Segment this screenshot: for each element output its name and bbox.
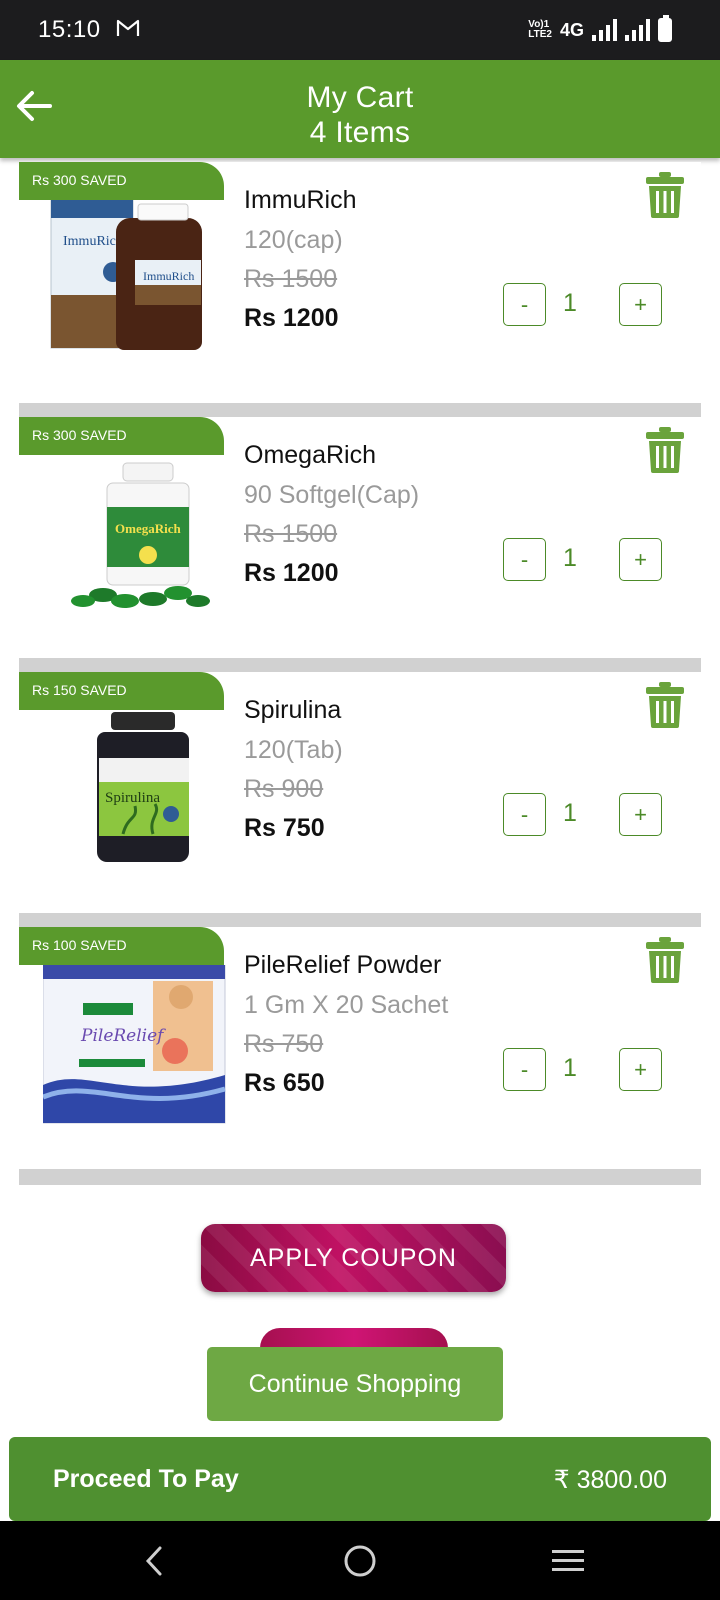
- increase-qty-button[interactable]: +: [619, 1048, 662, 1091]
- delete-item-button[interactable]: [645, 937, 685, 983]
- svg-text:ImmuRich: ImmuRich: [63, 234, 123, 249]
- trash-icon: [646, 682, 684, 728]
- product-image[interactable]: OmegaRich: [43, 455, 233, 615]
- product-image[interactable]: PileRelief: [42, 964, 233, 1125]
- decrease-qty-button[interactable]: -: [503, 1048, 546, 1091]
- signal-icon-2: [625, 19, 650, 41]
- product-name[interactable]: ImmuRich: [244, 186, 357, 215]
- page-title: My Cart: [306, 81, 414, 114]
- volte-icon: Vo)1 LTE2: [528, 19, 552, 40]
- svg-text:PileRelief: PileRelief: [80, 1026, 166, 1046]
- product-pack-size: 120(Tab): [244, 736, 343, 764]
- nav-back-button[interactable]: [124, 1537, 184, 1585]
- product-mrp: Rs 900: [244, 775, 324, 803]
- cart-item: Rs 150 SAVED Spirulina Spirulina 120(Tab…: [19, 672, 701, 912]
- decrease-qty-button[interactable]: -: [503, 538, 546, 581]
- delete-item-button[interactable]: [645, 172, 685, 218]
- cart-item: Rs 300 SAVED ImmuRich ImmuRich ImmuRich …: [19, 162, 701, 402]
- product-price: Rs 1200: [244, 559, 339, 587]
- proceed-to-pay-label: Proceed To Pay: [53, 1465, 239, 1493]
- circle-home-icon: [344, 1545, 376, 1577]
- quantity-value: 1: [563, 1054, 577, 1082]
- item-count: 4 Items: [309, 116, 411, 149]
- network-type: 4G: [559, 19, 584, 40]
- menu-icon: [552, 1550, 584, 1571]
- product-mrp: Rs 1500: [244, 265, 338, 293]
- svg-text:Spirulina: Spirulina: [105, 790, 160, 806]
- status-bar: 15:10 Vo)1 LTE2 4G: [0, 0, 720, 60]
- app-header: My Cart 4 Items: [0, 60, 720, 158]
- saved-badge: Rs 300 SAVED: [19, 162, 224, 200]
- product-image[interactable]: Spirulina: [43, 710, 233, 870]
- battery-icon: [658, 15, 672, 42]
- signal-icon: [592, 19, 617, 41]
- gmail-icon: [116, 18, 140, 43]
- saved-badge: Rs 100 SAVED: [19, 927, 224, 965]
- product-price: Rs 750: [244, 814, 325, 842]
- trash-icon: [646, 172, 684, 218]
- increase-qty-button[interactable]: +: [619, 793, 662, 836]
- product-pack-size: 1 Gm X 20 Sachet: [244, 991, 449, 1019]
- cart-total: ₹ 3800.00: [553, 1466, 667, 1494]
- quantity-value: 1: [563, 289, 577, 317]
- product-name[interactable]: OmegaRich: [244, 441, 376, 470]
- system-nav-bar: [0, 1521, 720, 1600]
- saved-badge: Rs 150 SAVED: [19, 672, 224, 710]
- chevron-left-icon: [145, 1546, 162, 1576]
- nav-home-button[interactable]: [330, 1537, 390, 1585]
- status-icons: Vo)1 LTE2 4G: [528, 15, 672, 44]
- product-name[interactable]: PileRelief Powder: [244, 951, 441, 980]
- product-image[interactable]: ImmuRich ImmuRich: [43, 199, 233, 360]
- quantity-value: 1: [563, 799, 577, 827]
- product-pack-size: 90 Softgel(Cap): [244, 481, 420, 509]
- increase-qty-button[interactable]: +: [619, 283, 662, 326]
- header-titles: My Cart 4 Items: [0, 80, 720, 150]
- proceed-to-pay-button[interactable]: Proceed To Pay ₹ 3800.00: [9, 1437, 711, 1521]
- saved-badge: Rs 300 SAVED: [19, 417, 224, 455]
- cart-item: Rs 300 SAVED OmegaRich OmegaRich 90 Soft…: [19, 417, 701, 657]
- svg-text:OmegaRich: OmegaRich: [115, 521, 181, 536]
- trash-icon: [646, 937, 684, 983]
- trash-icon: [646, 427, 684, 473]
- product-price: Rs 650: [244, 1069, 325, 1097]
- apply-coupon-button[interactable]: APPLY COUPON: [201, 1224, 506, 1292]
- svg-text:ImmuRich: ImmuRich: [143, 269, 194, 283]
- continue-shopping-button[interactable]: Continue Shopping: [207, 1347, 503, 1421]
- product-price: Rs 1200: [244, 304, 339, 332]
- product-mrp: Rs 1500: [244, 520, 338, 548]
- product-name[interactable]: Spirulina: [244, 696, 341, 725]
- product-pack-size: 120(cap): [244, 226, 343, 254]
- delete-item-button[interactable]: [645, 682, 685, 728]
- decrease-qty-button[interactable]: -: [503, 283, 546, 326]
- item-divider: [19, 1169, 701, 1185]
- nav-recents-button[interactable]: [538, 1537, 598, 1585]
- cart-item: Rs 100 SAVED PileRelief PileRelief Powde…: [19, 927, 701, 1167]
- status-time: 15:10: [38, 16, 101, 43]
- delete-item-button[interactable]: [645, 427, 685, 473]
- increase-qty-button[interactable]: +: [619, 538, 662, 581]
- quantity-value: 1: [563, 544, 577, 572]
- product-mrp: Rs 750: [244, 1030, 324, 1058]
- decrease-qty-button[interactable]: -: [503, 793, 546, 836]
